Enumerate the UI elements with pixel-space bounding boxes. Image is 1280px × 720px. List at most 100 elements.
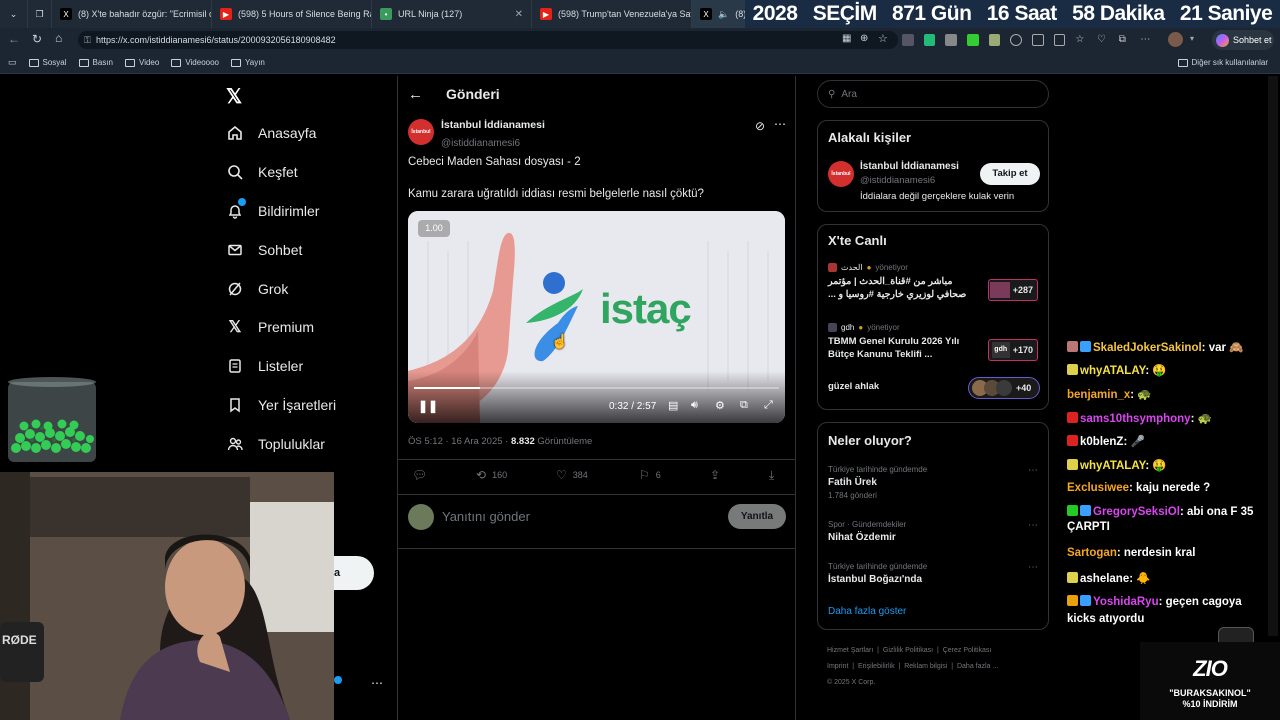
more-icon[interactable]: ⋯ <box>1028 465 1038 476</box>
browser-tab[interactable]: ▶ (598) Trump'tan Venezuela'ya Sava ✕ <box>532 0 692 28</box>
search-input[interactable]: ⚲ Ara <box>817 80 1049 108</box>
split-screen-icon[interactable] <box>1031 34 1044 46</box>
bookmark-folder[interactable]: Yayın <box>231 58 265 67</box>
nav-premium[interactable]: 𝕏 Premium <box>226 318 314 336</box>
video-progress-track[interactable] <box>414 387 779 389</box>
bookmark-folder[interactable]: Video <box>125 58 159 67</box>
refresh-icon[interactable]: ↻ <box>32 32 42 46</box>
grok-icon[interactable]: ⊘ <box>755 119 765 133</box>
trend-item[interactable]: Spor · Gündemdekiler Nihat Özdemir ⋯ <box>828 520 1043 543</box>
bookmark-folder[interactable]: Basın <box>78 58 113 67</box>
reading-list-icon[interactable]: ▭ <box>8 57 17 68</box>
back-arrow-icon[interactable]: ← <box>408 86 423 103</box>
other-bookmarks-folder[interactable]: Diğer sık kullanılanlar <box>1177 58 1268 67</box>
video-player[interactable]: istaç 1.00 ❚❚ 0:32 / 2:57 ▤ 🔊︎ ⚙ ⧉ ⤢ ☝ <box>408 211 785 423</box>
nav-messages[interactable]: Sohbet <box>226 241 302 259</box>
author-name[interactable]: İstanbul İddianamesi <box>441 119 545 131</box>
show-more-link[interactable]: Daha fazla göster <box>828 606 906 617</box>
browser-tab[interactable]: X (8) X'te bahadır özgür: "Ecrimisil c ✕ <box>52 0 212 28</box>
live-item[interactable]: güzel ahlak +40 <box>828 377 1043 405</box>
browser-tab-active[interactable]: X 🔈 (8) X <box>692 0 752 28</box>
post-column: ← Gönderi İstanbul İstanbul İddianamesi … <box>397 76 796 720</box>
settings-icon[interactable]: ⚙ <box>715 399 725 412</box>
trends-title: Neler oluyor? <box>828 433 912 448</box>
more-icon[interactable]: ⋯ <box>1028 562 1038 573</box>
nav-home[interactable]: Anasayfa <box>226 124 316 142</box>
reply-button[interactable]: Yanıtla <box>728 504 786 529</box>
footer-link[interactable]: Hizmet Şartları <box>827 647 873 654</box>
author-handle[interactable]: @istiddianamesi6 <box>441 133 520 151</box>
extensions-icon[interactable]: ⧉ <box>1119 34 1131 46</box>
extension-icon[interactable] <box>988 34 1001 46</box>
download-icon[interactable]: ⤓ <box>769 468 774 483</box>
browser-tab[interactable]: • URL Ninja (127) ✕ <box>372 0 532 28</box>
copilot-chat-button[interactable]: Sohbet et <box>1212 30 1274 50</box>
extension-icon[interactable] <box>1010 34 1022 46</box>
nav-lists[interactable]: Listeler <box>226 357 303 375</box>
repost-button[interactable]: ⟲ 160 <box>476 468 507 482</box>
close-icon[interactable]: ✕ <box>515 9 523 20</box>
back-icon[interactable]: ← <box>8 32 20 46</box>
tab-menu-button[interactable]: ⌄ <box>0 0 28 28</box>
nav-explore[interactable]: Keşfet <box>226 163 298 181</box>
footer-link[interactable]: Erişilebilirlik <box>858 663 895 670</box>
footer-link[interactable]: Reklam bilgisi <box>904 663 947 670</box>
nav-grok[interactable]: Grok <box>226 280 288 298</box>
extension-icon[interactable] <box>902 34 914 46</box>
page-scrollbar[interactable] <box>1268 76 1278 636</box>
heart-icon[interactable]: ♡ <box>1097 34 1109 46</box>
related-avatar[interactable]: İstanbul <box>828 161 854 187</box>
fullscreen-icon[interactable]: ⤢ <box>764 399 773 412</box>
live-item[interactable]: gdh ● yönetiyor TBMM Genel Kurulu 2026 Yıl… <box>828 323 1043 368</box>
bookmark-folder[interactable]: Videoooo <box>171 58 219 67</box>
pip-icon[interactable]: ⧉ <box>740 399 748 412</box>
related-name[interactable]: İstanbul İddianamesi <box>860 161 959 172</box>
footer-link[interactable]: Daha fazla ... <box>957 663 998 670</box>
browser-tab[interactable]: ▶ (598) 5 Hours of Silence Being Ra ✕ <box>212 0 372 28</box>
captions-icon[interactable]: ▤ <box>668 399 678 412</box>
playback-speed-badge[interactable]: 1.00 <box>418 220 450 237</box>
trend-item[interactable]: Türkiye tarihinde gündemde Fatih Ürek 1.… <box>828 465 1043 500</box>
like-button[interactable]: ♡ 384 <box>556 468 588 482</box>
reply-input[interactable]: Yanıtını gönder <box>442 509 530 524</box>
nav-communities[interactable]: Topluluklar <box>226 435 325 453</box>
zoom-icon[interactable]: ⊕ <box>860 33 868 44</box>
grid-icon[interactable]: ▦ <box>842 33 851 44</box>
x-logo-icon[interactable]: 𝕏 <box>226 84 242 109</box>
reply-icon[interactable]: 💬︎ <box>412 468 427 482</box>
extension-icon[interactable] <box>923 34 936 46</box>
live-item[interactable]: الحدث ● yönetiyor مباشر من #قناة_الحدث | م… <box>828 263 1043 313</box>
more-icon[interactable]: ⋯ <box>1028 520 1038 531</box>
bookmark-button[interactable]: ⚐ 6 <box>639 468 661 482</box>
user-avatar[interactable] <box>408 504 434 530</box>
author-avatar[interactable]: İstanbul <box>408 119 434 145</box>
trends-panel: Neler oluyor? Türkiye tarihinde gündemde… <box>817 422 1049 630</box>
profile-avatar[interactable] <box>1168 32 1183 47</box>
more-icon[interactable]: ⋯ <box>1140 34 1152 46</box>
sidebar-icon[interactable] <box>1053 34 1066 46</box>
nav-bookmarks[interactable]: Yer İşaretleri <box>226 396 336 414</box>
volume-icon[interactable]: 🔊︎ <box>691 399 698 412</box>
bookmark-folder[interactable]: Sosyal <box>28 58 67 67</box>
extension-icon[interactable] <box>945 34 957 46</box>
trend-item[interactable]: Türkiye tarihinde gündemde İstanbul Boğa… <box>828 562 1043 585</box>
footer-link[interactable]: Çerez Politikası <box>943 647 992 654</box>
more-icon[interactable]: ⋯ <box>774 117 786 131</box>
footer-link[interactable]: Imprint <box>827 663 848 670</box>
home-icon[interactable]: ⌂ <box>55 31 62 45</box>
nav-notifications[interactable]: Bildirimler <box>226 198 319 220</box>
chevron-down-icon[interactable]: ▾ <box>1190 34 1194 43</box>
favorites-icon[interactable]: ☆ <box>1075 34 1087 46</box>
url-field[interactable]: ⚿ https://x.com/istiddianamesi6/status/2… <box>78 31 898 49</box>
post-button[interactable]: a <box>334 556 374 590</box>
more-icon[interactable]: ⋯ <box>371 676 383 690</box>
related-handle[interactable]: @istiddianamesi6 <box>860 175 935 186</box>
extension-icon[interactable] <box>966 34 979 46</box>
footer-link[interactable]: Gizlilik Politikası <box>883 647 933 654</box>
workspaces-button[interactable]: ❐ <box>28 0 52 28</box>
star-icon[interactable]: ☆ <box>878 32 888 45</box>
countdown-minutes: 58 Dakika <box>1072 2 1165 25</box>
follow-button[interactable]: Takip et <box>980 163 1040 185</box>
share-icon[interactable]: ⇪ <box>710 468 720 482</box>
pause-icon[interactable]: ❚❚ <box>418 399 438 413</box>
